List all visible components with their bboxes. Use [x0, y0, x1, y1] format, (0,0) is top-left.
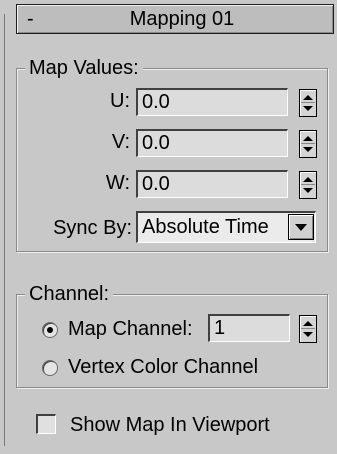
map-values-group-title: Map Values: [25, 56, 143, 80]
rollout-header-mapping[interactable]: - Mapping 01 [16, 4, 334, 34]
w-label: W: [105, 172, 130, 194]
sync-by-dropdown[interactable]: Absolute Time [136, 211, 316, 243]
map-channel-label: Map Channel: [68, 318, 193, 340]
v-spinner-icon[interactable] [299, 130, 317, 158]
sync-by-value: Absolute Time [142, 216, 269, 238]
rollout-title: Mapping 01 [129, 8, 235, 30]
show-map-label: Show Map In Viewport [70, 414, 270, 436]
channel-group-title: Channel: [25, 282, 114, 306]
show-map-checkbox-icon[interactable] [36, 414, 56, 434]
sync-by-label: Sync By: [53, 217, 132, 239]
vertex-color-radio-icon[interactable] [42, 360, 58, 376]
v-label: V: [111, 131, 130, 153]
v-input[interactable]: 0.0 [136, 129, 288, 157]
map-channel-spinner-icon[interactable] [299, 315, 317, 343]
chevron-down-icon[interactable] [288, 214, 314, 240]
map-channel-radio-icon[interactable] [42, 322, 58, 338]
w-spinner-icon[interactable] [299, 171, 317, 199]
map-channel-input[interactable]: 1 [208, 314, 290, 342]
w-input[interactable]: 0.0 [136, 170, 288, 198]
u-spinner-icon[interactable] [299, 89, 317, 117]
vertex-color-label: Vertex Color Channel [68, 356, 259, 378]
u-label: U: [110, 90, 130, 112]
u-input[interactable]: 0.0 [136, 88, 288, 116]
